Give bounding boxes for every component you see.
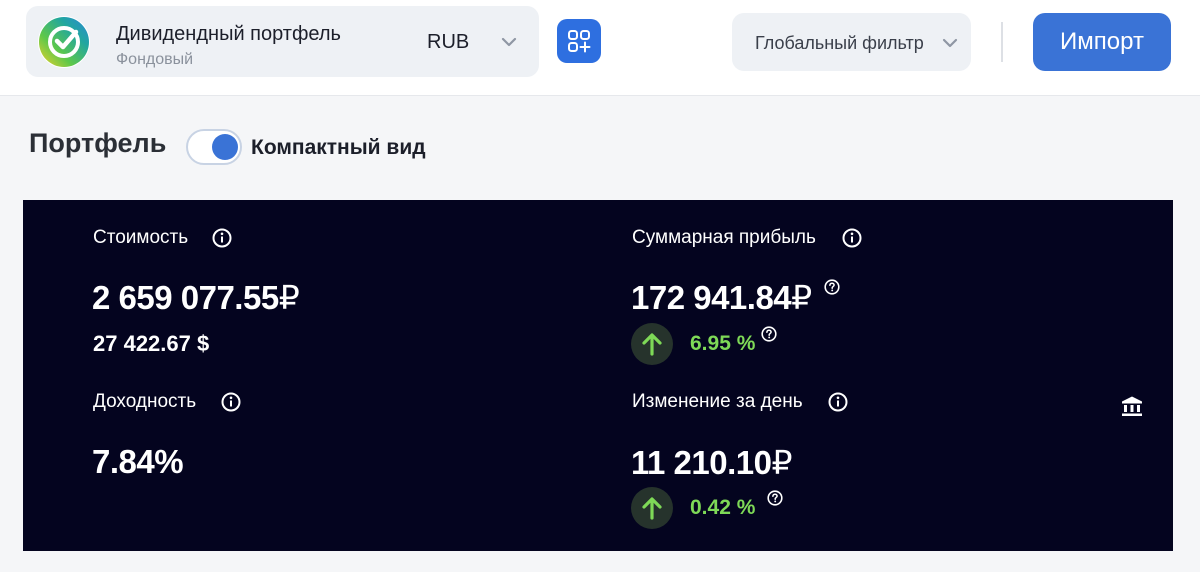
currency-value: RUB <box>427 31 470 53</box>
global-filter-dropdown[interactable]: Глобальный фильтр <box>732 13 971 71</box>
arrow-up-icon <box>642 497 662 520</box>
help-icon[interactable] <box>824 279 840 295</box>
value-usd-amount: 27 422.67 $ <box>93 331 210 356</box>
info-icon[interactable] <box>842 228 862 248</box>
day-change-percent: 0.42 % <box>690 496 756 519</box>
chevron-down-icon <box>942 38 958 48</box>
yield-label: Доходность <box>93 391 197 412</box>
total-profit-amount: 172 941.84₽ <box>631 279 812 316</box>
header-divider <box>1001 22 1003 62</box>
arrow-up-icon <box>642 333 662 356</box>
total-profit-percent: 6.95 % <box>690 332 756 355</box>
trend-up-badge <box>631 323 673 365</box>
day-change-label: Изменение за день <box>632 391 803 412</box>
portfolio-selector[interactable]: Дивидендный портфель Фондовый RUB <box>26 6 539 77</box>
apps-add-icon <box>568 30 591 53</box>
apps-add-button[interactable] <box>557 19 601 63</box>
global-filter-label: Глобальный фильтр <box>755 33 924 53</box>
help-icon[interactable] <box>767 490 783 506</box>
sber-logo-icon <box>38 16 90 68</box>
total-profit-label: Суммарная прибыль <box>632 227 816 248</box>
portfolio-name: Дивидендный портфель <box>116 23 341 45</box>
compact-view-label: Компактный вид <box>251 136 426 159</box>
info-icon[interactable] <box>221 392 241 412</box>
help-icon[interactable] <box>761 326 777 342</box>
value-label: Стоимость <box>93 227 189 248</box>
portfolio-type: Фондовый <box>116 51 194 68</box>
bank-icon[interactable] <box>1120 394 1144 418</box>
value-amount: 2 659 077.55₽ <box>92 279 300 316</box>
chevron-down-icon <box>501 37 517 47</box>
info-icon[interactable] <box>212 228 232 248</box>
top-bar: Дивидендный портфель Фондовый RUB Глобал… <box>0 0 1200 96</box>
compact-view-toggle[interactable] <box>186 129 242 165</box>
yield-amount: 7.84% <box>92 443 184 480</box>
page-title: Портфель <box>29 128 167 158</box>
portfolio-stats-panel: Стоимость 2 659 077.55₽ 27 422.67 $ Дохо… <box>23 200 1173 551</box>
trend-up-badge <box>631 487 673 529</box>
import-button[interactable]: Импорт <box>1033 13 1171 71</box>
day-change-amount: 11 210.10₽ <box>631 444 792 481</box>
info-icon[interactable] <box>828 392 848 412</box>
toggle-knob <box>212 134 238 160</box>
